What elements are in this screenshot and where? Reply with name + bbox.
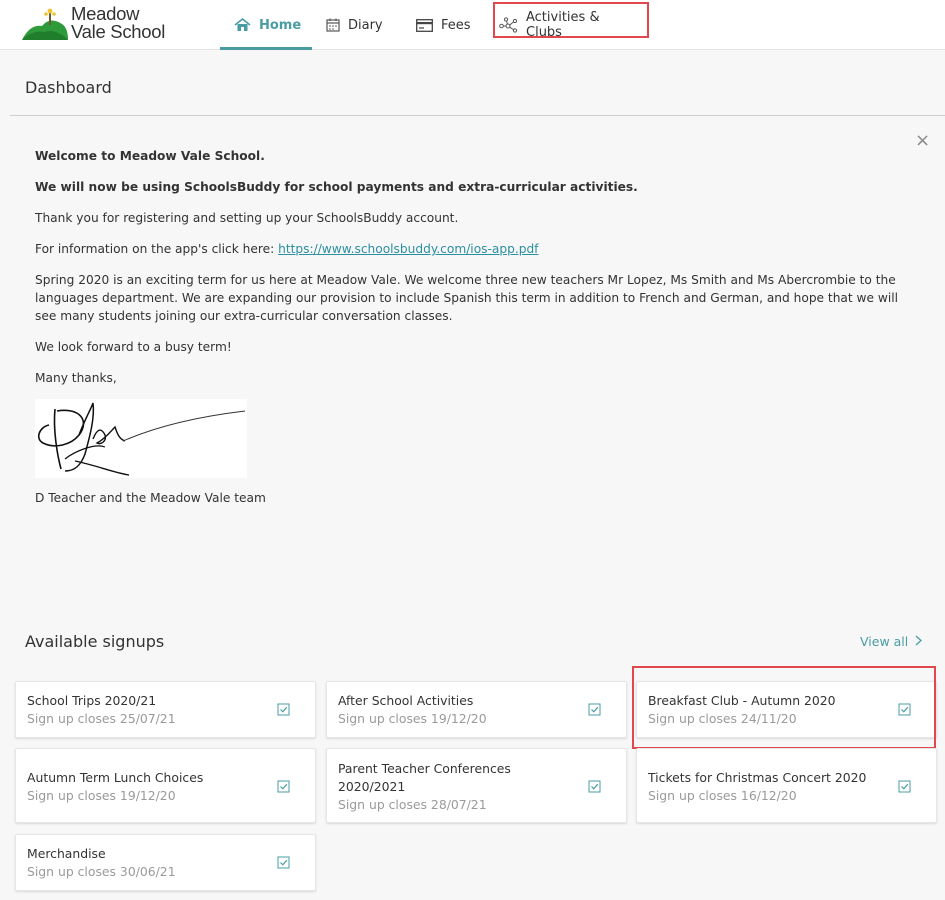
- checkbox-icon: [277, 780, 290, 793]
- welcome-message: Welcome to Meadow Vale School. We will n…: [35, 147, 900, 400]
- top-bar: Meadow Vale School Home Diary Fees Activ…: [0, 0, 945, 50]
- checkbox-icon: [588, 780, 601, 793]
- signature-image: [35, 399, 247, 478]
- checkbox-icon: [898, 703, 911, 716]
- signup-card-closes: Sign up closes 19/12/20: [338, 711, 487, 726]
- checkbox-icon: [277, 856, 290, 869]
- checkbox-icon: [588, 703, 601, 716]
- signup-card-closes: Sign up closes 25/07/21: [27, 711, 176, 726]
- app-info-line: For information on the app's click here:…: [35, 240, 900, 258]
- signup-card-closes: Sign up closes 30/06/21: [27, 864, 176, 879]
- spring-paragraph: Spring 2020 is an exciting term for us h…: [35, 273, 899, 323]
- app-info-prefix: For information on the app's click here:: [35, 242, 279, 256]
- logo-text: Meadow Vale School: [71, 4, 166, 42]
- nav-home[interactable]: Home: [220, 0, 312, 50]
- signup-card-closes: Sign up closes 19/12/20: [27, 788, 176, 803]
- page-title: Dashboard: [25, 78, 112, 97]
- look-forward-line: We look forward to a busy term!: [35, 340, 232, 354]
- signup-card[interactable]: Breakfast Club - Autumn 2020 Sign up clo…: [636, 681, 937, 738]
- home-icon: [234, 18, 251, 32]
- signup-card[interactable]: Parent Teacher Conferences 2020/2021 Sig…: [326, 748, 627, 823]
- checkbox-icon: [898, 780, 911, 793]
- close-icon[interactable]: ×: [915, 132, 930, 150]
- signup-card[interactable]: Autumn Term Lunch Choices Sign up closes…: [15, 748, 316, 823]
- nav-home-label: Home: [259, 17, 302, 33]
- credit-card-icon: [416, 18, 433, 32]
- nav-fees[interactable]: Fees: [402, 0, 489, 50]
- nav-activities-label: Activities & Clubs: [526, 10, 600, 40]
- nav-fees-label: Fees: [441, 17, 471, 33]
- signup-card-title: After School Activities: [338, 693, 474, 708]
- title-divider: [10, 115, 945, 116]
- logo-line-2: Vale School: [71, 21, 166, 42]
- nav-activities-clubs[interactable]: Activities & Clubs: [489, 0, 644, 50]
- main-nav: Home Diary Fees Activities & Clubs: [220, 0, 644, 50]
- signoff-line: D Teacher and the Meadow Vale team: [35, 491, 266, 505]
- calendar-icon: [326, 18, 340, 32]
- meadow-hills-logo-icon: [22, 8, 68, 40]
- signup-card[interactable]: After School Activities Sign up closes 1…: [326, 681, 627, 738]
- signup-card-closes: Sign up closes 24/11/20: [648, 711, 797, 726]
- school-logo[interactable]: Meadow Vale School: [22, 4, 167, 44]
- signup-card-closes: Sign up closes 28/07/21: [338, 797, 487, 812]
- signup-card-title: Merchandise: [27, 846, 106, 861]
- signup-card-title: Autumn Term Lunch Choices: [27, 770, 204, 785]
- signups-heading: Available signups: [25, 632, 165, 651]
- thanks-line: Thank you for registering and setting up…: [35, 211, 459, 225]
- signup-card[interactable]: Tickets for Christmas Concert 2020 Sign …: [636, 748, 937, 823]
- signup-card[interactable]: School Trips 2020/21 Sign up closes 25/0…: [15, 681, 316, 738]
- signup-card[interactable]: Merchandise Sign up closes 30/06/21: [15, 834, 316, 891]
- checkbox-icon: [277, 703, 290, 716]
- view-all-label: View all: [860, 634, 909, 649]
- welcome-line: Welcome to Meadow Vale School.: [35, 149, 265, 163]
- signup-card-title: Breakfast Club - Autumn 2020: [648, 693, 836, 708]
- chevron-right-icon: [915, 634, 923, 649]
- closing-line: Many thanks,: [35, 371, 117, 385]
- network-icon: [499, 17, 518, 33]
- nav-diary-label: Diary: [348, 17, 383, 33]
- app-info-link[interactable]: https://www.schoolsbuddy.com/ios-app.pdf: [278, 242, 538, 256]
- announcement-line: We will now be using SchoolsBuddy for sc…: [35, 180, 638, 194]
- signup-card-title: Tickets for Christmas Concert 2020: [648, 770, 867, 785]
- signup-card-title: School Trips 2020/21: [27, 693, 157, 708]
- signup-card-title: Parent Teacher Conferences 2020/2021: [338, 761, 511, 794]
- view-all-link[interactable]: View all: [860, 634, 923, 649]
- nav-diary[interactable]: Diary: [312, 0, 402, 50]
- signup-card-closes: Sign up closes 16/12/20: [648, 788, 797, 803]
